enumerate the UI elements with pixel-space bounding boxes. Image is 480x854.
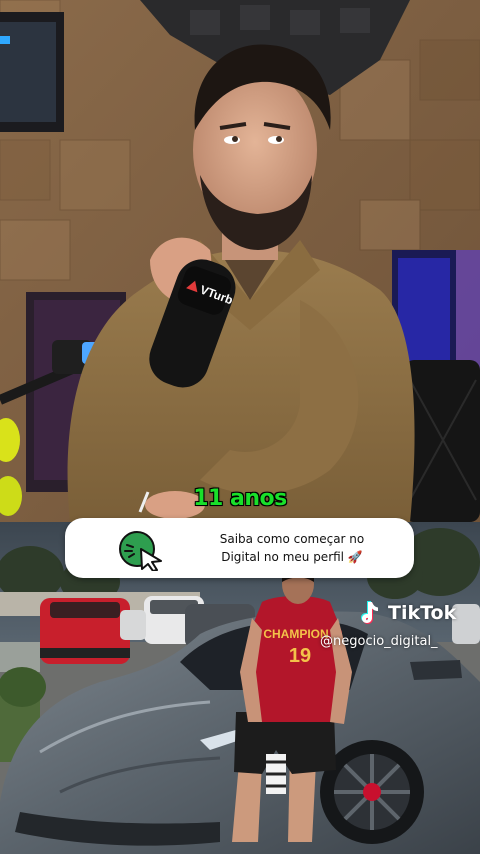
tiktok-handle: @negocio_digital_ [320, 634, 438, 649]
tiktok-logo-icon [361, 601, 378, 624]
cta-banner[interactable]: Saiba como começar no Digital no meu per… [65, 518, 414, 578]
podcast-scene: VTurb [0, 0, 480, 522]
cta-line-1: Saiba como começar no [219, 532, 365, 546]
cursor-click-icon [119, 531, 162, 571]
video-caption: 11 anos [193, 486, 287, 511]
jersey-number: 19 [289, 645, 311, 667]
jersey-text: CHAMPION [263, 627, 328, 641]
tiktok-brand-text: TikTok [388, 602, 457, 624]
cta-text: Saiba como começar no Digital no meu per… [177, 530, 407, 566]
video-screen[interactable]: VTurb CHAMPION 19 11 anos Saiba como com… [0, 0, 480, 854]
cta-line-2: Digital no meu perfil 🚀 [221, 550, 363, 564]
tiktok-watermark: TikTok [358, 598, 456, 628]
podcast-video-frame: VTurb [0, 0, 480, 522]
